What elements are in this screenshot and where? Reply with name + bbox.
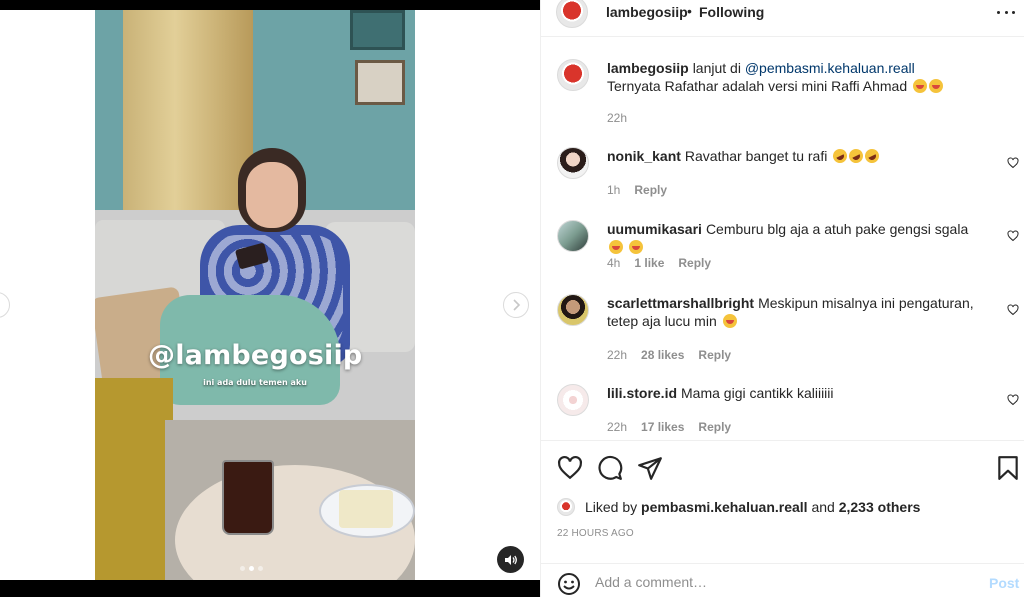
comment-like-heart-icon[interactable] <box>1007 394 1019 406</box>
comment-meta: 4h 1 like Reply <box>607 256 711 270</box>
video-player[interactable]: @lambegosiip ini ada dulu temen aku <box>95 10 415 580</box>
video-watermark: @lambegosiip <box>148 340 363 371</box>
comment-meta: 22h 17 likes Reply <box>607 420 731 434</box>
likes-others-link[interactable]: 2,233 others <box>839 499 921 515</box>
rofl-emoji-icon <box>830 146 850 166</box>
comment-body: Ravathar banget tu rafi <box>684 148 828 164</box>
comment-body: Mama gigi cantikk kaliiiiii <box>681 385 834 401</box>
media-stage: @lambegosiip ini ada dulu temen aku <box>0 10 540 580</box>
comment-text: uumumikasari Cemburu blg aja a atuh pake … <box>607 220 977 256</box>
reply-button[interactable]: Reply <box>634 183 667 197</box>
post-timestamp[interactable]: 22 HOURS AGO <box>557 528 634 539</box>
caption-prefix: lanjut di <box>692 60 745 76</box>
caption-mention[interactable]: @pembasmi.kehaluan.reall <box>745 60 915 76</box>
comment-body: Cemburu blg aja a atuh pake gengsi sgala <box>705 221 969 237</box>
comment-time[interactable]: 4h <box>607 256 620 270</box>
post-actions: Liked by pembasmi.kehaluan.reall and 2,2… <box>541 440 1024 597</box>
more-icon <box>997 10 1000 14</box>
comment-likes[interactable]: 17 likes <box>641 420 684 434</box>
comment-meta: 1h Reply <box>607 183 667 197</box>
post-media: @lambegosiip ini ada dulu temen aku <box>0 0 540 597</box>
rofl-emoji-icon <box>862 146 882 166</box>
comment-time[interactable]: 22h <box>607 348 627 362</box>
commenter-avatar[interactable] <box>557 384 589 416</box>
comment-likes[interactable]: 28 likes <box>641 348 684 362</box>
video-subtitle: ini ada dulu temen aku <box>203 378 307 387</box>
comments-list[interactable]: lambegosiip lanjut di @pembasmi.kehaluan.… <box>541 36 1024 440</box>
caption-username[interactable]: lambegosiip <box>607 60 689 76</box>
commenter-avatar[interactable] <box>557 220 589 252</box>
commenter-avatar[interactable] <box>557 294 589 326</box>
caption-text: lambegosiip lanjut di @pembasmi.kehaluan.… <box>607 59 977 95</box>
comment-like-heart-icon[interactable] <box>1007 157 1019 169</box>
emoji-icon[interactable] <box>557 572 581 596</box>
reply-button[interactable]: Reply <box>698 420 731 434</box>
heart-icon[interactable] <box>557 455 583 481</box>
comment-likes[interactable]: 1 like <box>634 256 664 270</box>
laughing-emoji-icon <box>609 240 623 254</box>
caption-line2: Ternyata Rafathar adalah versi mini Raff… <box>607 78 908 94</box>
caption-meta: 22h <box>607 111 627 125</box>
crying-emoji-icon <box>913 79 928 93</box>
author-avatar[interactable] <box>556 0 588 28</box>
carousel-dot <box>240 566 245 571</box>
add-comment-bar: Post <box>541 563 1024 597</box>
comment-text: nonik_kant Ravathar banget tu rafi <box>607 146 977 166</box>
previous-media-button[interactable] <box>0 292 10 318</box>
share-icon[interactable] <box>637 455 663 481</box>
liker-avatar[interactable] <box>557 498 575 516</box>
comment-like-heart-icon[interactable] <box>1007 304 1019 316</box>
liked-by-and: and <box>811 499 835 515</box>
reply-button[interactable]: Reply <box>678 256 711 270</box>
caption-time[interactable]: 22h <box>607 111 627 125</box>
post-comment-button[interactable]: Post <box>989 575 1019 591</box>
carousel-dot <box>258 566 263 571</box>
author-username[interactable]: lambegosiip <box>606 4 688 20</box>
comment-username[interactable]: uumumikasari <box>607 221 702 237</box>
liked-by-user[interactable]: pembasmi.kehaluan.reall <box>641 499 808 515</box>
commenter-avatar[interactable] <box>557 147 589 179</box>
comment-time[interactable]: 22h <box>607 420 627 434</box>
caption-avatar[interactable] <box>557 59 589 91</box>
likes-summary: Liked by pembasmi.kehaluan.reall and 2,2… <box>557 498 1017 518</box>
likes-text: Liked by pembasmi.kehaluan.reall and 2,2… <box>585 499 920 515</box>
comment-like-heart-icon[interactable] <box>1007 230 1019 242</box>
header-separator: • <box>687 3 692 19</box>
comment-icon[interactable] <box>597 455 623 481</box>
post-header: lambegosiip • Following <box>541 0 1024 30</box>
carousel-dot-active <box>249 566 254 571</box>
comment-meta: 22h 28 likes Reply <box>607 348 731 362</box>
mute-button[interactable] <box>497 546 524 573</box>
comment-text: scarlettmarshallbright Meskipun misalnya … <box>607 294 977 330</box>
chevron-right-icon <box>513 299 521 311</box>
reply-button[interactable]: Reply <box>698 348 731 362</box>
laughing-emoji-icon <box>628 240 643 254</box>
carousel-indicator <box>240 566 263 571</box>
post-sidebar: lambegosiip • Following lambegosiip lanju… <box>540 0 1024 597</box>
comment-username[interactable]: nonik_kant <box>607 148 681 164</box>
bookmark-icon[interactable] <box>995 455 1021 481</box>
rofl-emoji-icon <box>846 146 866 166</box>
following-button[interactable]: Following <box>699 4 764 20</box>
comment-time[interactable]: 1h <box>607 183 620 197</box>
comment-username[interactable]: lili.store.id <box>607 385 677 401</box>
comment-username[interactable]: scarlettmarshallbright <box>607 295 754 311</box>
add-comment-input[interactable] <box>595 570 965 594</box>
laughing-emoji-icon <box>722 314 737 328</box>
crying-emoji-icon <box>929 79 944 93</box>
mute-icon <box>504 554 517 565</box>
next-media-button[interactable] <box>503 292 529 318</box>
comment-text: lili.store.id Mama gigi cantikk kaliiiiii <box>607 384 977 402</box>
liked-by-prefix: Liked by <box>585 499 638 515</box>
more-options-button[interactable] <box>997 5 1015 19</box>
